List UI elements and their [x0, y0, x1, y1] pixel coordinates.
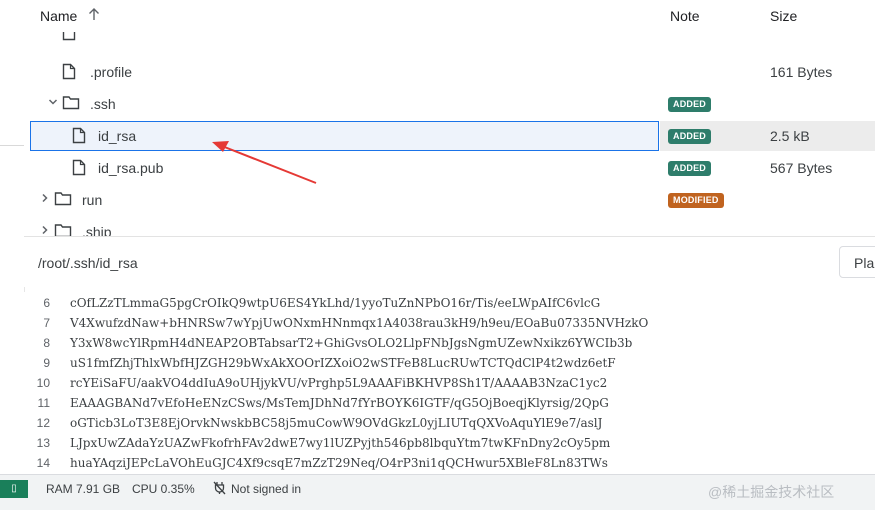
column-header-note[interactable]: Note	[670, 8, 700, 24]
ram-usage: RAM 7.91 GB	[46, 482, 121, 496]
line-text: LJpxUwZAdaYzUAZwFkofrhFAv2dwE7wy1lUZPyjt…	[70, 436, 611, 450]
file-icon	[72, 127, 86, 147]
line-text: V4XwufzdNaw+bHNRSw7wYpjUwONxmHNnmqx1A403…	[70, 316, 649, 330]
status-badge: ADDED	[668, 97, 712, 112]
left-edge-strip	[0, 0, 25, 474]
tree-header: Name Note Size	[24, 0, 875, 32]
status-bar: ▯ RAM 7.91 GB CPU 0.35% Not signed in @稀…	[0, 474, 875, 510]
line-text: Y3xW8wcYlRpmH4dNEAP2OBTabsarT2+GhiGvsOLO…	[70, 336, 633, 350]
file-content-viewer: 6 cOfLZzTLmmaG5pgCrOIkQ9wtpU6ES4YkLhd/1y…	[24, 292, 875, 474]
line-text: rcYEiSaFU/aakVO4ddIuA9oUHjykVU/vPrghp5L9…	[70, 376, 608, 390]
arrow-up-icon[interactable]	[88, 7, 100, 24]
remote-indicator[interactable]: ▯	[0, 480, 28, 498]
file-size: 161 Bytes	[770, 64, 833, 80]
file-name: id_rsa.pub	[98, 160, 164, 176]
cpu-usage: CPU 0.35%	[132, 482, 195, 496]
file-icon	[62, 63, 76, 83]
line-number: 7	[43, 316, 50, 330]
line-text: uS1fmfZhjThlxWbfHJZGH29bWxAkXOOrIZXoiO2w…	[70, 356, 616, 370]
edge-divider	[0, 145, 24, 146]
chevron-down-icon[interactable]	[48, 96, 58, 110]
file-icon	[62, 32, 76, 44]
watermark: @稀土掘金技术社区	[708, 484, 835, 500]
folder-name: .ship	[82, 224, 112, 236]
table-row-clipped-top[interactable]	[24, 32, 875, 46]
line-number: 12	[36, 416, 50, 430]
file-name: .profile	[90, 64, 133, 80]
sign-in-status[interactable]: Not signed in	[231, 482, 301, 496]
folder-icon	[54, 223, 72, 236]
line-number: 11	[37, 396, 50, 410]
line-text: huaYAqziJEPcLaVOhEuGJC4Xf9csqE7mZzT29Neq…	[70, 456, 608, 470]
table-row-selected[interactable]: id_rsa ADDED 2.5 kB	[24, 120, 875, 152]
line-number: 6	[43, 296, 50, 310]
file-size: 567 Bytes	[770, 160, 833, 176]
file-name: id_rsa	[98, 128, 137, 144]
folder-name: run	[82, 192, 103, 208]
chevron-right-icon[interactable]	[40, 224, 50, 236]
table-row[interactable]: .profile 161 Bytes	[24, 56, 875, 88]
line-number: 10	[36, 376, 50, 390]
status-badge: ADDED	[668, 161, 712, 176]
plug-off-icon	[213, 481, 226, 498]
table-row[interactable]: run MODIFIED	[24, 184, 875, 216]
line-text: EAAAGBANd7vEfoHeENzCSws/MsTemJDhNd7fYrBO…	[70, 396, 609, 410]
table-row[interactable]: .ssh ADDED	[24, 88, 875, 120]
file-path-bar: /root/.ssh/id_rsa Pla	[24, 236, 875, 287]
line-text: oGTicb3LoT3E8EjOrvkNwskbBC58j5muCowW9OVd…	[70, 416, 603, 430]
play-button[interactable]: Pla	[839, 246, 875, 278]
table-row[interactable]: id_rsa.pub ADDED 567 Bytes	[24, 152, 875, 184]
chevron-right-icon[interactable]	[40, 192, 50, 206]
line-number: 14	[36, 456, 50, 470]
folder-name: .ssh	[90, 96, 116, 112]
column-header-name[interactable]: Name	[40, 8, 77, 24]
file-tree: Name Note Size .profile 161 Bytes .ssh A…	[24, 0, 875, 236]
line-number: 8	[43, 336, 50, 350]
file-path: /root/.ssh/id_rsa	[38, 255, 138, 271]
folder-icon	[54, 191, 72, 209]
status-badge: MODIFIED	[668, 193, 724, 208]
line-number: 13	[36, 436, 50, 450]
file-size: 2.5 kB	[770, 128, 810, 144]
line-text: cOfLZzTLmmaG5pgCrOIkQ9wtpU6ES4YkLhd/1yyo…	[70, 296, 601, 310]
line-number: 9	[43, 356, 50, 370]
table-row-clipped-bottom[interactable]: .ship	[24, 216, 875, 236]
file-icon	[72, 159, 86, 179]
column-header-size[interactable]: Size	[770, 8, 797, 24]
folder-icon	[62, 95, 80, 113]
status-badge: ADDED	[668, 129, 712, 144]
